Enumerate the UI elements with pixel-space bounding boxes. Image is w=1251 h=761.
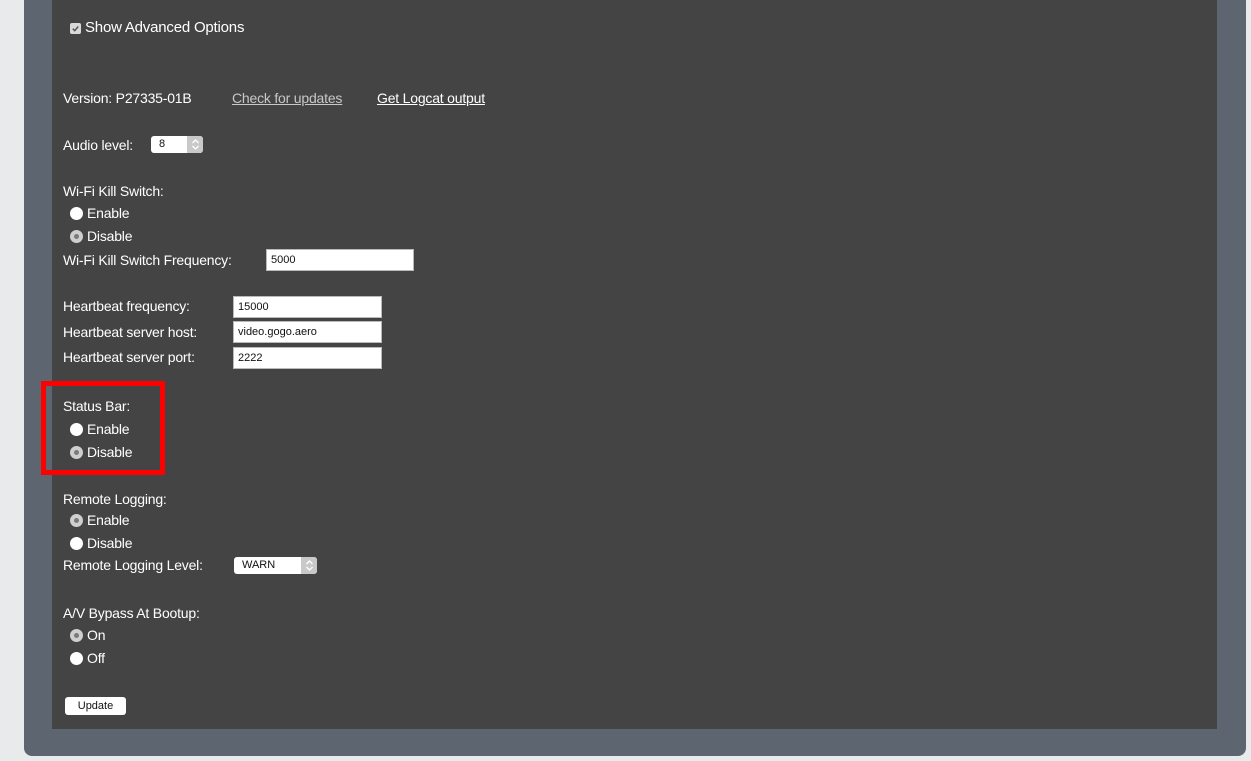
audio-level-select[interactable]: 8 xyxy=(151,136,203,153)
remote-logging-disable-label: Disable xyxy=(87,535,133,551)
settings-panel xyxy=(52,0,1217,729)
stepper-arrows-icon xyxy=(187,136,203,153)
heartbeat-port-input[interactable]: 2222 xyxy=(233,347,382,369)
remote-logging-level-label: Remote Logging Level: xyxy=(63,557,203,573)
av-bypass-off-radio[interactable] xyxy=(70,652,83,665)
check-updates-link[interactable]: Check for updates xyxy=(232,90,342,106)
wifi-kill-frequency-label: Wi-Fi Kill Switch Frequency: xyxy=(63,252,232,268)
status-bar-enable-label: Enable xyxy=(87,421,130,437)
wifi-kill-label: Wi-Fi Kill Switch: xyxy=(63,183,164,199)
show-advanced-label: Show Advanced Options xyxy=(85,19,245,36)
show-advanced-checkbox[interactable] xyxy=(70,23,81,34)
update-button[interactable]: Update xyxy=(65,697,126,715)
heartbeat-host-label: Heartbeat server host: xyxy=(63,324,198,340)
remote-logging-level-select[interactable]: WARN xyxy=(234,557,317,574)
audio-level-value: 8 xyxy=(159,138,166,150)
remote-logging-enable-label: Enable xyxy=(87,512,130,528)
wifi-kill-frequency-input[interactable]: 5000 xyxy=(266,249,414,271)
status-bar-enable-radio[interactable] xyxy=(70,423,83,436)
heartbeat-port-label: Heartbeat server port: xyxy=(63,349,195,365)
av-bypass-off-label: Off xyxy=(87,650,105,666)
wifi-kill-enable-radio[interactable] xyxy=(70,207,83,220)
audio-level-label: Audio level: xyxy=(63,137,133,153)
wifi-kill-disable-label: Disable xyxy=(87,228,133,244)
remote-logging-enable-radio[interactable] xyxy=(70,514,83,527)
status-bar-disable-label: Disable xyxy=(87,444,133,460)
wifi-kill-enable-label: Enable xyxy=(87,205,130,221)
logcat-link[interactable]: Get Logcat output xyxy=(377,90,485,106)
status-bar-disable-radio[interactable] xyxy=(70,446,83,459)
remote-logging-disable-radio[interactable] xyxy=(70,537,83,550)
checkmark-icon xyxy=(72,26,79,32)
remote-logging-level-value: WARN xyxy=(242,559,276,571)
version-label: Version: P27335-01B xyxy=(63,90,192,106)
av-bypass-on-radio[interactable] xyxy=(70,629,83,642)
wifi-kill-disable-radio[interactable] xyxy=(70,230,83,243)
status-bar-label: Status Bar: xyxy=(63,398,131,414)
heartbeat-frequency-label: Heartbeat frequency: xyxy=(63,298,190,314)
stepper-arrows-icon xyxy=(301,557,317,574)
remote-logging-label: Remote Logging: xyxy=(63,491,167,507)
av-bypass-label: A/V Bypass At Bootup: xyxy=(63,605,200,621)
heartbeat-frequency-input[interactable]: 15000 xyxy=(233,296,382,318)
heartbeat-host-input[interactable]: video.gogo.aero xyxy=(233,321,382,343)
av-bypass-on-label: On xyxy=(87,627,106,643)
